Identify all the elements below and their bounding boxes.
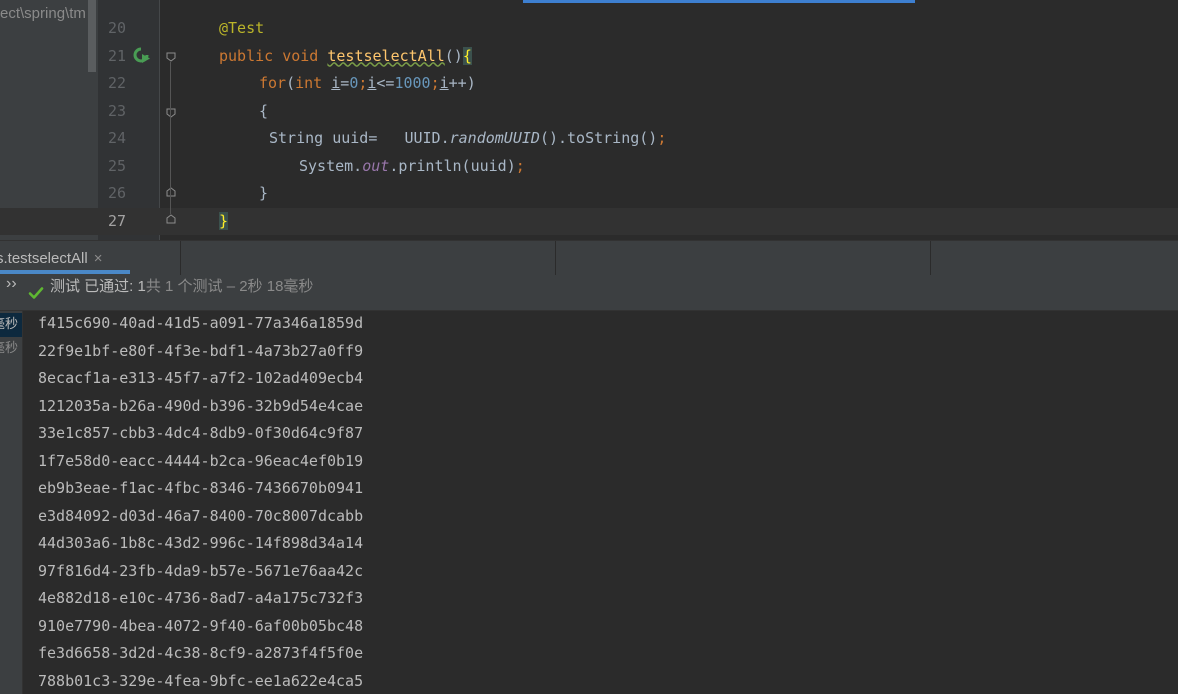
console-line: fe3d6658-3d2d-4c38-8cf9-a2873f4f5f0e [38, 644, 364, 662]
code-line[interactable]: 21 public void testselectAll(){ [0, 43, 1178, 71]
code-line[interactable]: 25 System.out.println(uuid); [0, 153, 1178, 181]
test-tree-panel[interactable]: 毫秒 毫秒 [0, 311, 23, 694]
status-prefix: 测试 已通过: [50, 278, 138, 295]
run-tab-label[interactable]: s.testselectAll [0, 250, 88, 267]
fold-marker-icon[interactable] [166, 214, 176, 224]
fold-marker-icon[interactable] [166, 52, 176, 62]
console-line: 8ecacf1a-e313-45f7-a7f2-102ad409ecb4 [38, 369, 364, 387]
tab-divider [555, 241, 556, 275]
passed-count: 1 [137, 278, 146, 295]
tab-accent-bar [523, 0, 915, 3]
code-text[interactable]: } [219, 208, 229, 236]
line-number: 20 [107, 19, 126, 37]
check-icon [28, 287, 44, 299]
active-tab-indicator [0, 270, 130, 274]
code-line[interactable]: 20 @Test [0, 15, 1178, 43]
fold-marker-icon[interactable] [166, 108, 176, 118]
code-text[interactable]: @Test [219, 15, 264, 43]
matched-brace: } [219, 211, 229, 230]
code-line[interactable]: 22 for(int i=0;i<=1000;i++) [0, 70, 1178, 98]
code-text[interactable]: for(int i=0;i<=1000;i++) [259, 70, 476, 98]
line-number: 21 [107, 46, 126, 65]
tab-divider [180, 241, 181, 275]
console-line: 33e1c857-cbb3-4dc4-8db9-0f30d64c9f87 [38, 424, 364, 442]
fold-marker-icon[interactable] [166, 187, 176, 197]
code-text[interactable]: public void testselectAll(){ [219, 43, 472, 71]
status-summary: 共 1 个测试 – 2秒 18毫秒 [145, 278, 314, 295]
console-line: 22f9e1bf-e80f-4f3e-bdf1-4a73b27a0ff9 [38, 341, 364, 360]
run-tab-bar: s.testselectAll × [0, 240, 1178, 275]
code-text[interactable]: { [259, 98, 268, 126]
code-text[interactable]: System.out.println(uuid); [299, 153, 525, 181]
code-editor[interactable]: ect\spring\tm 17 20 @Test 21 public void… [0, 0, 1178, 240]
expand-chevron-icon[interactable]: ›› [6, 275, 17, 310]
code-line[interactable]: 26 } [0, 180, 1178, 208]
console-line: 97f816d4-23fb-4da9-b57e-5671e76aa42c [38, 561, 364, 580]
code-line-current[interactable]: 27 } [0, 207, 1178, 236]
code-line[interactable]: 23 { [0, 98, 1178, 126]
test-tree-item[interactable]: 毫秒 [0, 337, 22, 361]
close-icon[interactable]: × [94, 250, 103, 267]
console-output[interactable]: f415c690-40ad-41d5-a091-77a346a1859d 22f… [23, 311, 1178, 694]
console-line: eb9b3eae-f1ac-4fbc-8346-7436670b0941 [38, 479, 364, 497]
tab-divider [930, 241, 931, 275]
fold-guide [170, 62, 171, 214]
line-number: 26 [107, 184, 126, 202]
console-line: 44d303a6-1b8c-43d2-996c-14f898d34a14 [38, 534, 364, 552]
console-line: 1f7e58d0-eacc-4444-b2ca-96eac4ef0b19 [38, 451, 364, 470]
matched-brace: { [462, 46, 472, 65]
console-line: e3d84092-d03d-46a7-8400-70c8007dcabb [38, 506, 364, 525]
console-line: 910e7790-4bea-4072-9f40-6af00b05bc48 [38, 616, 364, 635]
line-number: 22 [107, 74, 126, 92]
console-line: 4e882d18-e10c-4736-8ad7-a4a175c732f3 [38, 589, 364, 607]
test-result-text: 测试 已通过: 1共 1 个测试 – 2秒 18毫秒 [50, 275, 313, 296]
method-name: testselectAll [327, 46, 445, 65]
code-text[interactable]: String uuid= UUID.randomUUID().toString(… [269, 125, 666, 153]
console-line: 788b01c3-329e-4fea-9bfc-ee1a622e4ca5 [38, 671, 364, 690]
line-number: 17 [98, 0, 126, 10]
line-number: 24 [107, 129, 126, 147]
line-number: 23 [107, 101, 126, 120]
run-test-icon[interactable] [132, 45, 152, 65]
code-line[interactable]: 24 String uuid= UUID.randomUUID().toStri… [0, 125, 1178, 153]
test-status-bar: ›› 测试 已通过: 1共 1 个测试 – 2秒 18毫秒 [0, 275, 1178, 311]
console-line: f415c690-40ad-41d5-a091-77a346a1859d [38, 314, 364, 332]
console-line: 1212035a-b26a-490d-b396-32b9d54e4cae [38, 396, 364, 415]
line-number: 27 [107, 211, 126, 230]
code-text[interactable]: } [259, 180, 268, 208]
test-tree-item[interactable]: 毫秒 [0, 313, 22, 337]
line-number: 25 [107, 156, 126, 175]
